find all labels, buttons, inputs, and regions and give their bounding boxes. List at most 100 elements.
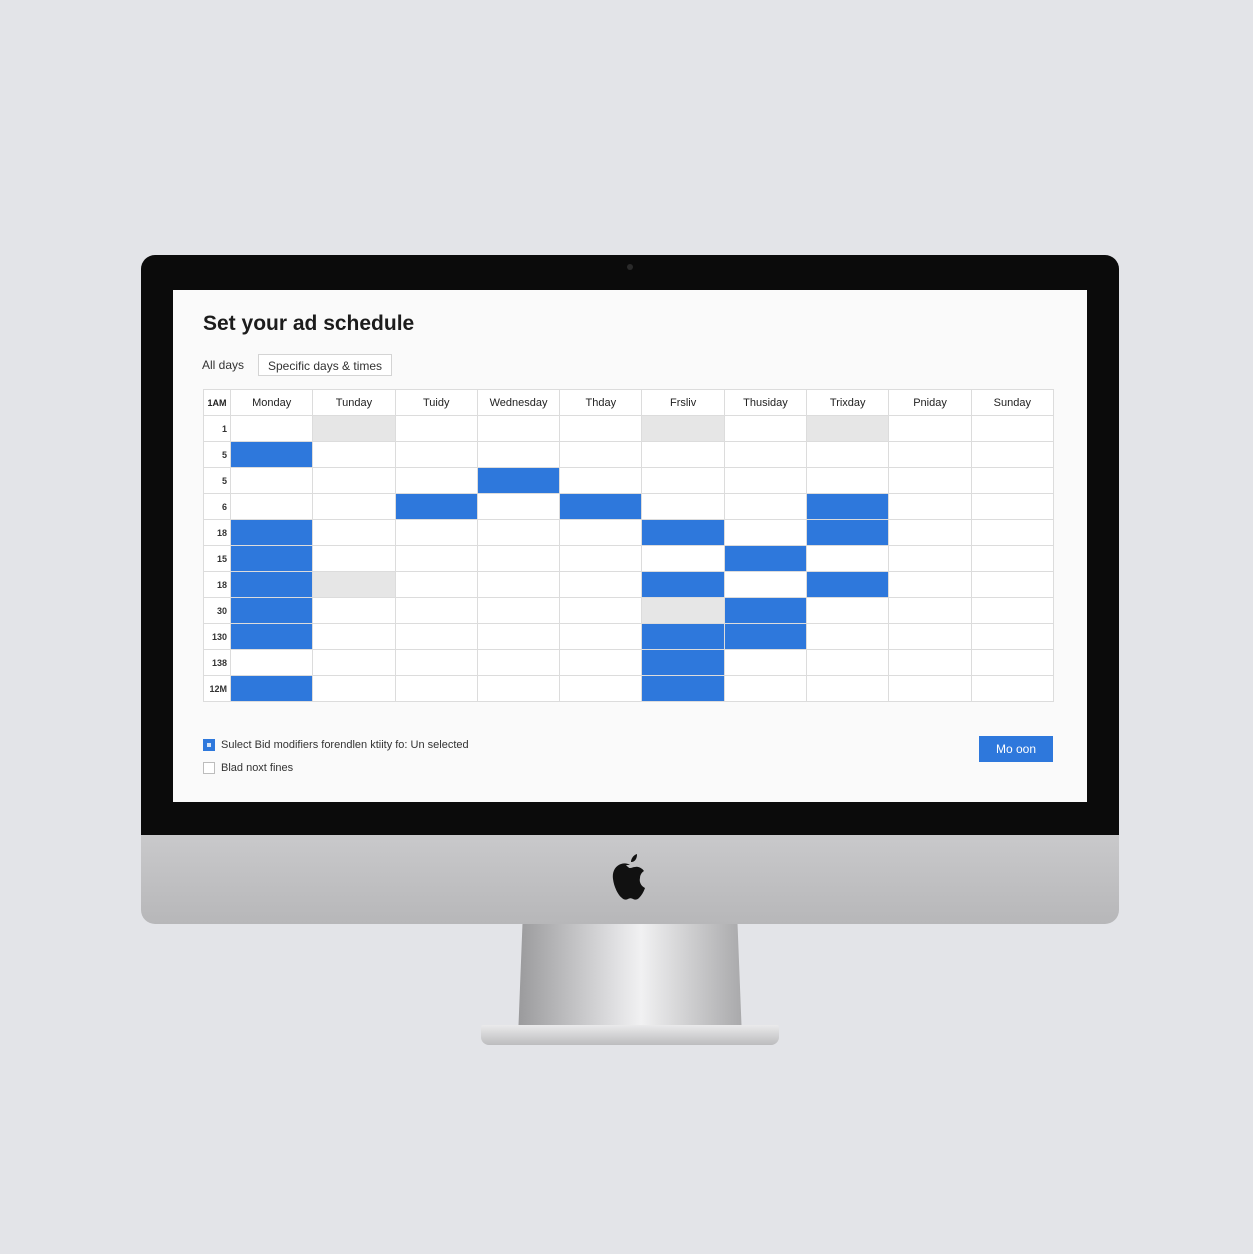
schedule-cell[interactable] <box>229 493 314 520</box>
schedule-cell[interactable] <box>559 493 643 520</box>
schedule-cell[interactable] <box>559 597 643 624</box>
schedule-cell[interactable] <box>476 441 561 468</box>
schedule-cell[interactable] <box>312 571 396 598</box>
schedule-cell[interactable] <box>476 675 561 702</box>
schedule-cell[interactable] <box>476 493 561 520</box>
schedule-cell[interactable] <box>312 545 396 572</box>
schedule-cell[interactable] <box>888 441 972 468</box>
day-header[interactable]: Thday <box>559 389 643 416</box>
tab-specific-days-times[interactable]: Specific days & times <box>258 354 393 376</box>
schedule-cell[interactable] <box>888 649 972 676</box>
schedule-cell[interactable] <box>641 519 725 546</box>
schedule-cell[interactable] <box>394 467 478 494</box>
schedule-cell[interactable] <box>723 597 808 624</box>
schedule-cell[interactable] <box>394 519 478 546</box>
schedule-cell[interactable] <box>970 571 1054 598</box>
schedule-cell[interactable] <box>229 415 314 442</box>
schedule-cell[interactable] <box>888 467 972 494</box>
schedule-cell[interactable] <box>559 571 643 598</box>
schedule-cell[interactable] <box>888 571 972 598</box>
schedule-cell[interactable] <box>312 519 396 546</box>
schedule-cell[interactable] <box>312 493 396 520</box>
schedule-cell[interactable] <box>312 467 396 494</box>
schedule-cell[interactable] <box>641 467 725 494</box>
schedule-cell[interactable] <box>723 519 808 546</box>
schedule-cell[interactable] <box>476 649 561 676</box>
schedule-cell[interactable] <box>394 675 478 702</box>
schedule-cell[interactable] <box>476 623 561 650</box>
schedule-cell[interactable] <box>641 493 725 520</box>
schedule-cell[interactable] <box>559 623 643 650</box>
day-header[interactable]: Wednesday <box>476 389 561 416</box>
schedule-cell[interactable] <box>559 415 643 442</box>
schedule-cell[interactable] <box>806 441 890 468</box>
schedule-cell[interactable] <box>723 623 808 650</box>
schedule-cell[interactable] <box>312 675 396 702</box>
blad-next-checkbox[interactable] <box>203 762 215 774</box>
schedule-cell[interactable] <box>312 441 396 468</box>
schedule-cell[interactable] <box>970 467 1054 494</box>
schedule-cell[interactable] <box>476 415 561 442</box>
schedule-cell[interactable] <box>888 675 972 702</box>
schedule-cell[interactable] <box>559 675 643 702</box>
schedule-cell[interactable] <box>312 623 396 650</box>
schedule-cell[interactable] <box>394 441 478 468</box>
schedule-cell[interactable] <box>723 545 808 572</box>
day-header[interactable]: Thusiday <box>723 389 808 416</box>
day-header[interactable]: Trixday <box>806 389 890 416</box>
schedule-cell[interactable] <box>806 493 890 520</box>
schedule-cell[interactable] <box>806 649 890 676</box>
schedule-cell[interactable] <box>806 519 890 546</box>
schedule-cell[interactable] <box>394 415 478 442</box>
schedule-cell[interactable] <box>641 545 725 572</box>
schedule-cell[interactable] <box>476 571 561 598</box>
schedule-cell[interactable] <box>723 649 808 676</box>
schedule-cell[interactable] <box>806 623 890 650</box>
schedule-cell[interactable] <box>888 519 972 546</box>
schedule-cell[interactable] <box>641 441 725 468</box>
day-header[interactable]: Tunday <box>312 389 396 416</box>
schedule-cell[interactable] <box>723 467 808 494</box>
schedule-cell[interactable] <box>229 623 314 650</box>
schedule-cell[interactable] <box>970 441 1054 468</box>
schedule-cell[interactable] <box>806 597 890 624</box>
blad-next-option[interactable]: Blad noxt fines <box>203 762 293 774</box>
schedule-cell[interactable] <box>559 467 643 494</box>
schedule-cell[interactable] <box>394 623 478 650</box>
day-header[interactable]: Monday <box>229 389 314 416</box>
bid-modifiers-option[interactable]: Sulect Bid modifiers forendlen ktiity fo… <box>203 739 469 751</box>
schedule-cell[interactable] <box>723 415 808 442</box>
schedule-cell[interactable] <box>888 415 972 442</box>
schedule-cell[interactable] <box>641 649 725 676</box>
schedule-cell[interactable] <box>559 441 643 468</box>
schedule-cell[interactable] <box>641 597 725 624</box>
schedule-cell[interactable] <box>394 597 478 624</box>
schedule-cell[interactable] <box>723 571 808 598</box>
schedule-cell[interactable] <box>970 649 1054 676</box>
schedule-cell[interactable] <box>888 493 972 520</box>
schedule-cell[interactable] <box>394 545 478 572</box>
schedule-cell[interactable] <box>229 441 314 468</box>
schedule-cell[interactable] <box>970 675 1054 702</box>
schedule-cell[interactable] <box>641 415 725 442</box>
schedule-cell[interactable] <box>970 493 1054 520</box>
schedule-cell[interactable] <box>229 571 314 598</box>
tab-all-days[interactable]: All days <box>202 358 244 372</box>
schedule-cell[interactable] <box>888 545 972 572</box>
schedule-cell[interactable] <box>559 519 643 546</box>
day-header[interactable]: Frsliv <box>641 389 725 416</box>
schedule-cell[interactable] <box>723 493 808 520</box>
primary-button[interactable]: Mo oon <box>979 736 1053 762</box>
schedule-cell[interactable] <box>476 519 561 546</box>
schedule-cell[interactable] <box>641 623 725 650</box>
schedule-cell[interactable] <box>970 597 1054 624</box>
schedule-cell[interactable] <box>394 649 478 676</box>
schedule-cell[interactable] <box>723 441 808 468</box>
day-header[interactable]: Pniday <box>888 389 972 416</box>
schedule-cell[interactable] <box>888 597 972 624</box>
schedule-cell[interactable] <box>476 545 561 572</box>
schedule-cell[interactable] <box>229 519 314 546</box>
schedule-cell[interactable] <box>970 415 1054 442</box>
schedule-cell[interactable] <box>806 675 890 702</box>
schedule-cell[interactable] <box>559 649 643 676</box>
